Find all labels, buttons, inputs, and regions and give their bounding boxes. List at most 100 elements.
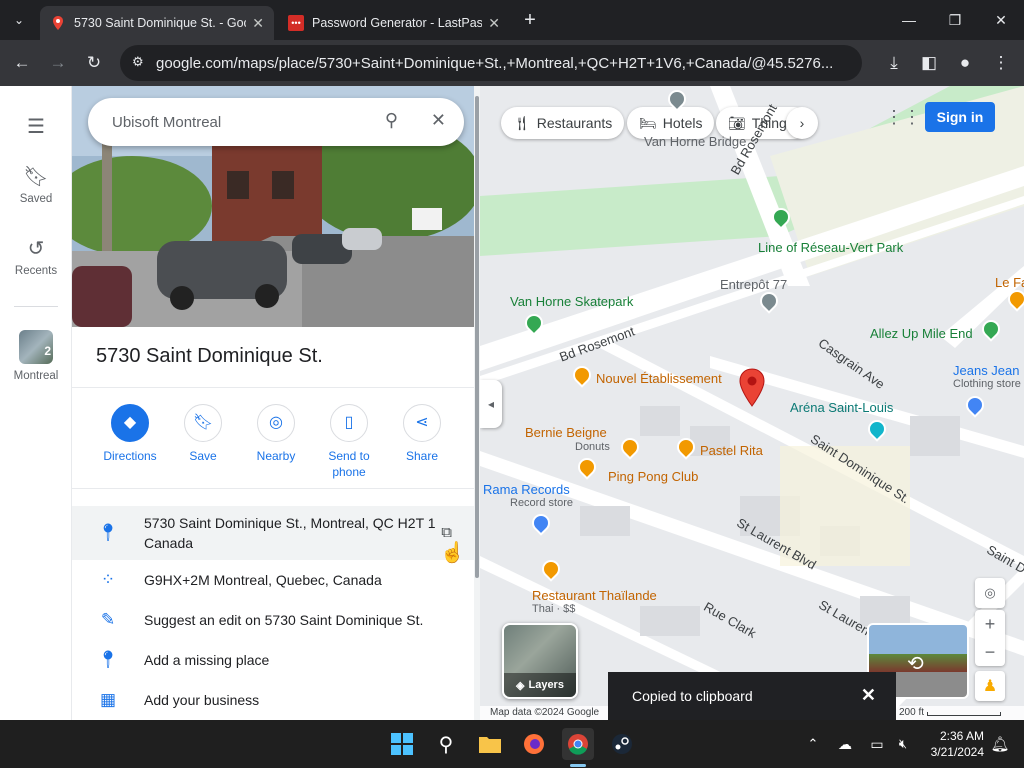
- save-button[interactable]: 🔖︎ Save: [165, 404, 241, 464]
- add-missing-text: Add a missing place: [144, 652, 270, 668]
- rotate-view-icon: ⟲: [907, 653, 924, 675]
- save-label: Save: [189, 449, 217, 463]
- add-business-text: Add your business: [144, 692, 260, 708]
- chrome-icon[interactable]: [562, 728, 594, 760]
- restaurants-chip[interactable]: 🍴︎ Restaurants: [501, 107, 625, 139]
- plus-code-icon: ⁘: [100, 570, 116, 589]
- map-label: Entrepôt 77: [720, 277, 788, 292]
- restore-icon[interactable]: ❐: [932, 0, 978, 40]
- tab-google-maps[interactable]: 5730 Saint Dominique St. - Goo ✕: [40, 6, 274, 40]
- share-icon: ⋖: [403, 404, 441, 442]
- site-info-icon[interactable]: ⚙: [132, 54, 144, 70]
- layers-icon: ◈: [516, 679, 525, 692]
- map-label: Restaurant Thaïlande: [532, 588, 657, 603]
- browser-menu-icon[interactable]: ⋮: [986, 48, 1016, 78]
- map-label: Donuts: [575, 441, 610, 453]
- copied-toast: Copied to clipboard ✕: [608, 672, 896, 720]
- montreal-label: Montreal: [13, 370, 59, 382]
- map-label: Le Fa: [995, 275, 1024, 290]
- tab-lastpass[interactable]: ••• Password Generator - LastPass ✕: [278, 6, 510, 40]
- plus-code-row[interactable]: ⁘ G9HX+2M Montreal, Quebec, Canada: [72, 560, 474, 600]
- map-label: Record store: [510, 497, 573, 509]
- collapse-panel-button[interactable]: ◂: [480, 380, 502, 428]
- nearby-button[interactable]: ◎ Nearby: [238, 404, 314, 464]
- place-panel: Ubisoft Montreal ⚲ ✕ 5730 Saint Dominiqu…: [72, 86, 480, 720]
- bookmark-icon: 🔖︎: [184, 404, 222, 442]
- zoom-in-button[interactable]: +: [975, 610, 1005, 638]
- chip-label: Restaurants: [536, 115, 613, 131]
- address-bar[interactable]: ⚙ google.com/maps/place/5730+Saint+Domin…: [120, 45, 862, 81]
- hand-cursor-icon: ☝: [440, 542, 465, 564]
- send-to-phone-icon: ▯: [330, 404, 368, 442]
- sign-in-button[interactable]: Sign in: [925, 102, 995, 132]
- map-label: Aréna Saint-Louis: [790, 400, 894, 415]
- chips-scroll-right-icon[interactable]: ›: [786, 107, 818, 139]
- close-tab-icon[interactable]: ✕: [488, 15, 500, 32]
- clock[interactable]: 2:36 AM 3/21/2024: [920, 728, 984, 760]
- download-icon[interactable]: ⤓: [879, 48, 909, 78]
- add-missing-place-row[interactable]: 📍︎ Add a missing place: [72, 640, 474, 680]
- minimize-icon[interactable]: —: [886, 0, 932, 40]
- profile-icon[interactable]: ●: [950, 48, 980, 78]
- selected-place-pin-icon[interactable]: [738, 368, 766, 408]
- maps-favicon-icon: [50, 15, 66, 31]
- windows-start-icon[interactable]: [386, 728, 418, 760]
- copy-address-icon[interactable]: ⧉: [441, 524, 452, 541]
- send-to-phone-button[interactable]: ▯ Send to phone: [311, 404, 387, 480]
- steam-icon[interactable]: [606, 728, 638, 760]
- pegman-icon[interactable]: ♟: [975, 671, 1005, 701]
- layers-button[interactable]: ◈ Layers: [502, 623, 578, 699]
- volume-muted-icon[interactable]: 🔇︎: [887, 728, 919, 760]
- address-row[interactable]: 📍︎ 5730 Saint Dominique St., Montreal, Q…: [72, 506, 474, 560]
- suggest-edit-row[interactable]: ✎ Suggest an edit on 5730 Saint Dominiqu…: [72, 600, 474, 640]
- clear-search-icon[interactable]: ✕: [431, 110, 446, 131]
- map-label: Nouvel Établissement: [596, 371, 722, 386]
- saved-button[interactable]: 🔖︎ Saved: [0, 164, 72, 205]
- firefox-icon[interactable]: [518, 728, 550, 760]
- address-line2: Canada: [144, 535, 194, 551]
- search-icon[interactable]: ⚲: [385, 110, 398, 131]
- forward-arrow-icon[interactable]: →: [43, 48, 73, 78]
- reload-icon[interactable]: ↻: [79, 48, 109, 78]
- saved-label: Saved: [19, 193, 53, 205]
- add-business-row[interactable]: ▦ Add your business: [72, 680, 474, 720]
- chip-label: Hotels: [662, 115, 703, 131]
- history-icon: ↺: [27, 238, 45, 260]
- zoom-out-button[interactable]: −: [975, 638, 1005, 666]
- street-view-photo[interactable]: Ubisoft Montreal ⚲ ✕: [72, 86, 474, 327]
- new-tab-button[interactable]: +: [515, 5, 545, 35]
- clock-date: 3/21/2024: [930, 745, 984, 759]
- scrollbar-thumb[interactable]: [475, 96, 479, 578]
- my-location-icon[interactable]: ◎: [975, 578, 1005, 608]
- share-button[interactable]: ⋖ Share: [384, 404, 460, 464]
- restaurant-icon: 🍴︎: [513, 114, 531, 131]
- recents-button[interactable]: ↺ Recents: [0, 236, 72, 277]
- show-hidden-icons[interactable]: ⌃: [797, 728, 829, 760]
- search-input[interactable]: Ubisoft Montreal ⚲ ✕: [88, 98, 464, 146]
- close-window-icon[interactable]: ✕: [978, 0, 1024, 40]
- map-label: Line of Réseau-Vert Park: [758, 240, 904, 255]
- map-label: Thai · $$: [532, 603, 576, 615]
- search-query: Ubisoft Montreal: [112, 113, 222, 131]
- dismiss-toast-icon[interactable]: ✕: [861, 685, 876, 706]
- tab-search-button[interactable]: ⌄: [4, 5, 34, 35]
- map-canvas[interactable]: 🍴︎ Restaurants 🛏︎ Hotels 📷︎ Things › ⋮⋮⋮ Si…: [480, 86, 1024, 720]
- file-explorer-icon[interactable]: [474, 728, 506, 760]
- clock-time: 2:36 AM: [939, 729, 984, 743]
- suggest-edit-text: Suggest an edit on 5730 Saint Dominique …: [144, 612, 424, 628]
- directions-button[interactable]: ◆ Directions: [92, 404, 168, 464]
- search-icon[interactable]: ⚲: [430, 728, 462, 760]
- notification-bell-icon[interactable]: 🔔︎: [984, 728, 1016, 760]
- plus-code-text: G9HX+2M Montreal, Quebec, Canada: [144, 572, 382, 588]
- back-arrow-icon[interactable]: ←: [7, 48, 37, 78]
- onedrive-icon[interactable]: ☁: [829, 728, 861, 760]
- hamburger-menu-icon[interactable]: ☰: [0, 114, 72, 139]
- address-text: 5730 Saint Dominique St., Montreal, QC H…: [144, 515, 436, 531]
- map-label: Allez Up Mile End: [870, 326, 973, 341]
- map-label: Bernie Beigne: [525, 425, 607, 440]
- close-tab-icon[interactable]: ✕: [252, 15, 264, 32]
- map-label: Rama Records: [483, 482, 570, 497]
- side-panel-icon[interactable]: ◧: [914, 48, 944, 78]
- layers-label: Layers: [528, 679, 564, 691]
- montreal-recent-button[interactable]: 2 Montreal: [0, 330, 72, 382]
